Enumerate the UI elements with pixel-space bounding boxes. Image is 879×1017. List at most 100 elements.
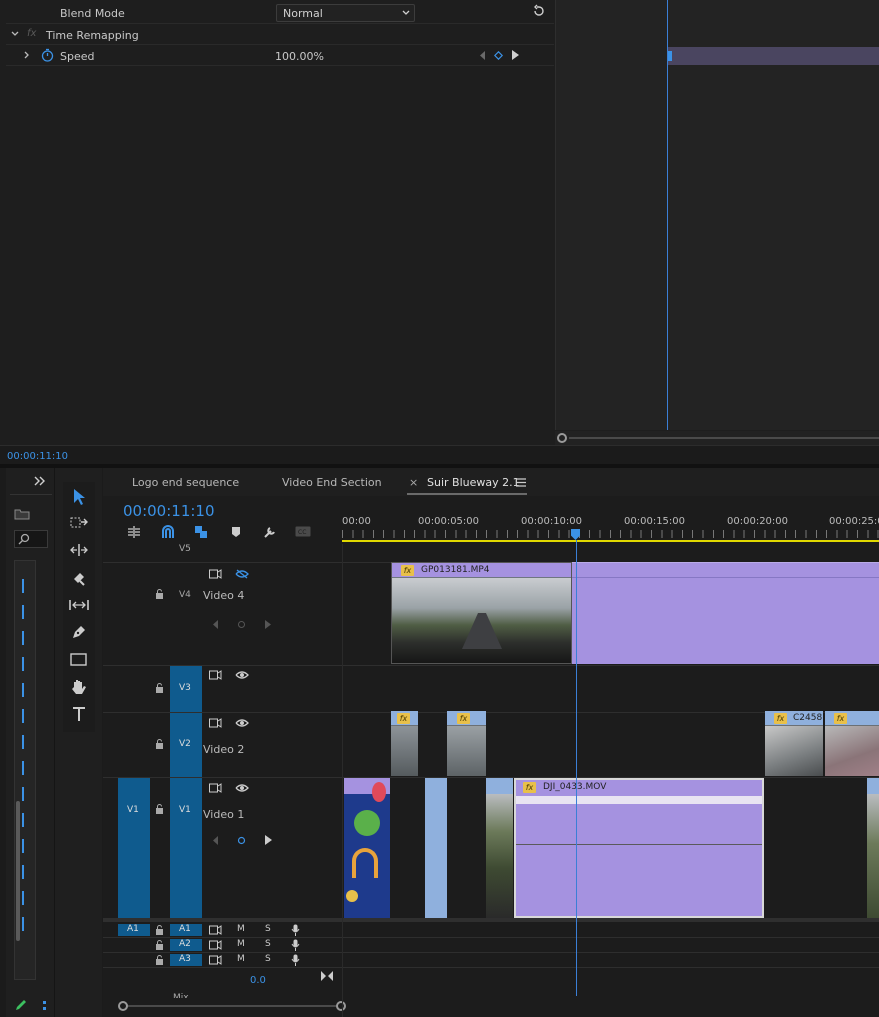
eye-icon[interactable]	[235, 783, 249, 793]
timeline-scrollbar[interactable]	[118, 1000, 346, 1012]
zoom-scrollbar[interactable]	[555, 431, 879, 445]
new-bin-icon[interactable]	[14, 508, 30, 520]
current-timecode[interactable]: 00:00:11:10	[7, 451, 68, 462]
scroll-handle-left[interactable]	[118, 1001, 128, 1011]
tab-suir-blueway[interactable]: Suir Blueway 2.1	[427, 476, 520, 489]
search-box[interactable]	[14, 530, 48, 548]
pen-tool-icon[interactable]	[71, 624, 87, 640]
source-patch-a1[interactable]: A1	[118, 924, 150, 936]
sequence-timecode[interactable]: 00:00:11:10	[123, 502, 215, 520]
time-ruler[interactable]: 00:00 00:00:05:00 00:00:10:00 00:00:15:0…	[342, 508, 879, 544]
collapse-chevron-icon[interactable]	[11, 31, 19, 37]
tab-video-end-section[interactable]: Video End Section	[282, 476, 382, 489]
mix-toggle-icon[interactable]	[321, 971, 333, 981]
clip-v4-purple[interactable]	[572, 562, 879, 664]
clip-graphic[interactable]	[344, 778, 390, 918]
selection-tool-icon[interactable]	[71, 488, 87, 506]
list-view-icon[interactable]	[42, 1000, 48, 1012]
ripple-edit-tool-icon[interactable]	[70, 543, 88, 557]
add-marker-icon[interactable]	[231, 526, 241, 538]
solo-button[interactable]: S	[265, 954, 271, 964]
clip-c2458[interactable]: fx C2458.	[765, 711, 823, 776]
playhead-handle[interactable]	[571, 529, 580, 540]
sync-icon[interactable]	[209, 569, 222, 579]
lock-icon[interactable]	[155, 683, 164, 693]
rectangle-tool-icon[interactable]	[70, 653, 88, 667]
eye-icon[interactable]	[235, 718, 249, 728]
slip-tool-icon[interactable]	[69, 598, 89, 612]
add-keyframe-icon[interactable]	[494, 51, 503, 60]
track-content-area[interactable]: fx GP013181.MP4 fx fx fx C2458. fx fx DJ…	[342, 540, 879, 1017]
expand-chevron-icon[interactable]	[24, 51, 30, 59]
sync-icon[interactable]	[209, 940, 222, 950]
reset-icon[interactable]	[532, 4, 546, 18]
lock-icon[interactable]	[155, 925, 164, 935]
stopwatch-icon[interactable]	[41, 48, 54, 62]
eye-hidden-icon[interactable]	[235, 569, 249, 579]
lock-icon[interactable]	[155, 955, 164, 965]
lock-icon[interactable]	[155, 739, 164, 749]
keyframe-icon[interactable]	[237, 620, 246, 629]
track-v2-name[interactable]: Video 2	[203, 743, 244, 756]
sync-icon[interactable]	[209, 925, 222, 935]
pencil-icon[interactable]	[14, 998, 28, 1012]
wrench-icon[interactable]	[263, 525, 277, 539]
track-select-tool-icon[interactable]	[70, 516, 88, 530]
track-target-v1[interactable]: V1	[170, 778, 202, 918]
clip-v2-a[interactable]: fx	[391, 711, 418, 776]
clip-dji-0433[interactable]: fx DJI_0433.MOV	[514, 778, 764, 918]
insert-nest-icon[interactable]	[126, 525, 142, 539]
mix-value[interactable]: 0.0	[250, 975, 266, 986]
sync-icon[interactable]	[209, 783, 222, 793]
sync-icon[interactable]	[209, 955, 222, 965]
time-remapping-row[interactable]: fx Time Remapping	[6, 25, 554, 45]
linked-selection-icon[interactable]	[194, 524, 210, 540]
speed-value[interactable]: 100.00%	[275, 50, 324, 63]
prev-keyframe-icon[interactable]	[213, 620, 219, 629]
track-target-v3[interactable]: V3	[170, 666, 202, 712]
rubber-band[interactable]	[516, 844, 762, 845]
zoom-handle[interactable]	[557, 433, 567, 443]
track-target-v2[interactable]: V2	[170, 713, 202, 777]
project-list[interactable]	[14, 560, 36, 980]
close-icon[interactable]: ×	[409, 476, 418, 489]
work-area-bar[interactable]	[342, 540, 879, 542]
prev-keyframe-icon[interactable]	[480, 51, 486, 60]
captions-icon[interactable]: CC	[295, 526, 311, 537]
clip-gp013181[interactable]: fx GP013181.MP4	[391, 562, 572, 664]
keyframe-icon[interactable]	[237, 836, 246, 845]
next-keyframe-icon[interactable]	[512, 50, 519, 60]
track-v4-name[interactable]: Video 4	[203, 589, 244, 602]
track-v1-name[interactable]: Video 1	[203, 808, 244, 821]
menu-icon[interactable]	[516, 478, 526, 487]
lock-icon[interactable]	[155, 804, 164, 814]
track-v4-id[interactable]: V4	[179, 590, 191, 600]
track-target-a2[interactable]: A2	[170, 939, 202, 951]
lock-icon[interactable]	[155, 589, 164, 599]
solo-button[interactable]: S	[265, 939, 271, 949]
hand-tool-icon[interactable]	[70, 678, 88, 696]
sync-icon[interactable]	[209, 670, 222, 680]
track-target-a1[interactable]: A1	[170, 924, 202, 936]
clip-v2-d[interactable]: fx	[825, 711, 879, 776]
clip-v1-landscape[interactable]	[486, 778, 513, 918]
expand-panels-icon[interactable]	[34, 476, 46, 486]
type-tool-icon[interactable]	[71, 706, 87, 722]
snap-icon[interactable]	[161, 525, 175, 539]
tab-logo-end-sequence[interactable]: Logo end sequence	[132, 476, 239, 489]
blend-mode-dropdown[interactable]: Normal	[276, 4, 415, 22]
track-target-a3[interactable]: A3	[170, 954, 202, 966]
mute-button[interactable]: M	[237, 954, 245, 964]
next-keyframe-icon[interactable]	[265, 835, 272, 845]
mute-button[interactable]: M	[237, 939, 245, 949]
clip-v1-blue[interactable]	[425, 778, 447, 918]
next-keyframe-icon[interactable]	[265, 620, 271, 629]
lock-icon[interactable]	[155, 940, 164, 950]
list-scrollbar[interactable]	[16, 801, 20, 941]
microphone-icon[interactable]	[291, 924, 300, 936]
clip-v1-right[interactable]	[867, 778, 879, 918]
eye-icon[interactable]	[235, 670, 249, 680]
source-patch-v1[interactable]: V1	[118, 778, 150, 918]
clip-v2-b[interactable]: fx	[447, 711, 486, 776]
keyframe-area[interactable]	[555, 0, 879, 430]
